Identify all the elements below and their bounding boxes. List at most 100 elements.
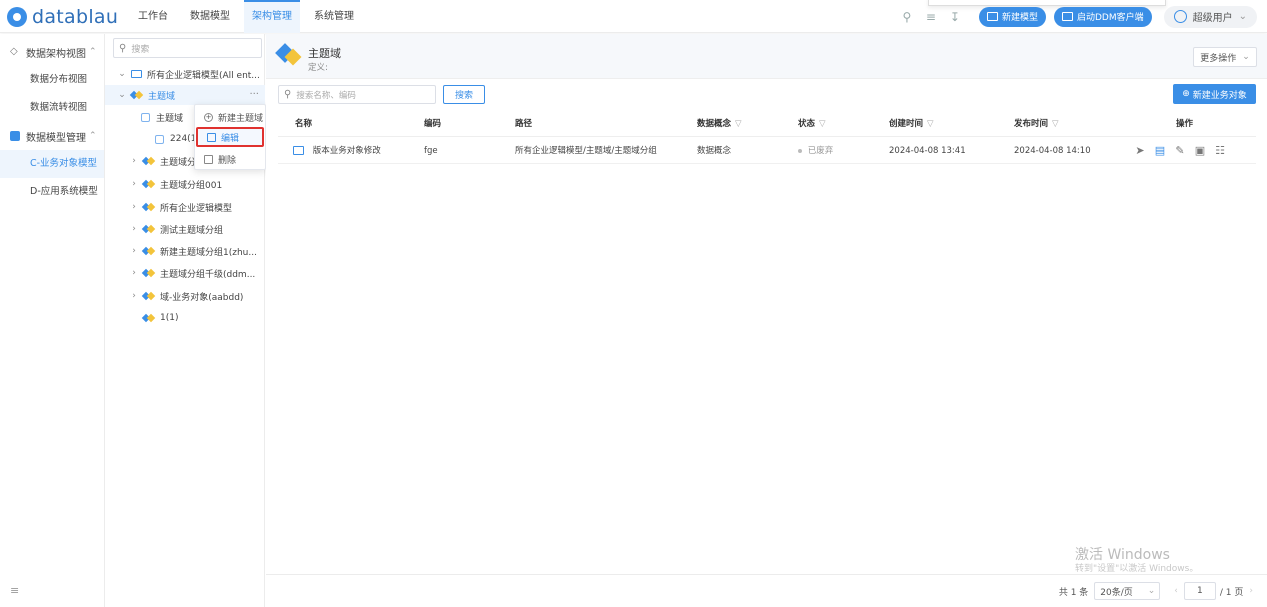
- tree-node[interactable]: › 所有企业逻辑模型: [129, 197, 232, 217]
- edit-icon[interactable]: ✎: [1174, 145, 1186, 157]
- menu-item-new-subject-area[interactable]: + 新建主题域: [195, 107, 265, 127]
- row-actions: ➤ ▤ ✎ ▣ ☷: [1134, 138, 1234, 164]
- tree-node-selected[interactable]: ⌄ 主题域 ···: [105, 85, 265, 105]
- subject-area-icon: [143, 314, 154, 323]
- left-sidebar: ◇ 数据架构视图 ⌃ 数据分布视图 数据流转视图 数据模型管理 ⌃ C-业务对象…: [0, 34, 105, 607]
- tree-node-label: 测试主题域分组: [160, 225, 224, 236]
- topnav-architecture[interactable]: 架构管理: [244, 0, 300, 33]
- user-name: 超级用户: [1192, 13, 1233, 24]
- tree-node[interactable]: › 主题域分组千级(ddm...: [129, 263, 255, 283]
- new-business-object-button[interactable]: ⊕ 新建业务对象: [1173, 84, 1256, 104]
- history-icon[interactable]: ☷: [1214, 145, 1226, 157]
- user-menu[interactable]: 超级用户 ⌄: [1163, 5, 1257, 28]
- tree-node-label: 主题域分组001: [160, 180, 223, 191]
- collapse-sidebar-icon[interactable]: ≡: [10, 584, 19, 597]
- page-size-select[interactable]: 20条/页 ⌄: [1094, 582, 1161, 600]
- cell-path: 所有企业逻辑模型/主题域/主题域分组: [515, 146, 657, 156]
- tree-node[interactable]: 1(1): [143, 308, 178, 328]
- plus-circle-icon: ⊕: [1182, 89, 1190, 99]
- total-pages: / 1 页: [1219, 587, 1244, 598]
- sidebar-item-flow-view[interactable]: 数据流转视图: [0, 94, 104, 122]
- sidebar-group-architecture-view[interactable]: ◇ 数据架构视图 ⌃: [0, 38, 104, 66]
- main-header: 主题域 定义: 更多操作 ⌄: [266, 34, 1267, 79]
- app-logo[interactable]: datablau: [7, 6, 118, 28]
- subject-area-icon: [143, 180, 154, 189]
- publish-icon[interactable]: ➤: [1134, 145, 1146, 157]
- table-row[interactable]: 版本业务对象修改 fge 所有企业逻辑模型/主题域/主题域分组 数据概念 已废弃…: [278, 138, 1256, 164]
- edit-icon: [207, 132, 216, 142]
- search-icon[interactable]: ⚲: [899, 9, 915, 25]
- tree-node[interactable]: › 主题域分组001: [129, 174, 222, 194]
- more-operations-button[interactable]: 更多操作 ⌄: [1193, 47, 1257, 67]
- page-title: 主题域: [308, 47, 341, 60]
- next-page-icon[interactable]: ›: [1249, 586, 1253, 596]
- new-business-object-label: 新建业务对象: [1192, 90, 1247, 101]
- search-button[interactable]: 搜索: [443, 85, 485, 104]
- sidebar-item-application-system-model[interactable]: D-应用系统模型: [0, 178, 104, 206]
- top-nav: 工作台 数据模型 架构管理 系统管理: [130, 0, 368, 33]
- download-icon[interactable]: ↧: [947, 9, 963, 25]
- cell-status: 已废弃: [798, 138, 833, 164]
- new-model-button[interactable]: 新建模型: [978, 6, 1046, 27]
- top-bar: datablau 工作台 数据模型 架构管理 系统管理 ⚲ ≡ ↧ 新建模型 启…: [0, 0, 1267, 33]
- column-name: 名称: [295, 119, 313, 129]
- sidebar-group-model-management[interactable]: 数据模型管理 ⌃: [0, 122, 104, 150]
- business-object-icon: [141, 112, 150, 122]
- topnav-workbench[interactable]: 工作台: [130, 0, 176, 33]
- tree-node-label: 所有企业逻辑模型: [160, 203, 233, 214]
- topnav-system[interactable]: 系统管理: [306, 0, 362, 33]
- page-number-input[interactable]: 1: [1183, 582, 1216, 600]
- delete-icon[interactable]: ▣: [1194, 145, 1206, 157]
- view-icon[interactable]: ▤: [1154, 145, 1166, 157]
- trash-icon: [204, 154, 213, 164]
- chevron-down-icon: ⌄: [1238, 11, 1247, 22]
- filter-icon[interactable]: ▽: [819, 119, 826, 129]
- cell-created: 2024-04-08 13:41: [889, 146, 966, 156]
- chevron-right-icon: ›: [132, 268, 136, 278]
- filter-icon[interactable]: ▽: [927, 119, 934, 129]
- topnav-data-model[interactable]: 数据模型: [182, 0, 238, 33]
- tree-node[interactable]: › 测试主题域分组: [129, 219, 223, 239]
- menu-item-label: 编辑: [221, 133, 240, 144]
- tree-node[interactable]: › 新建主题域分组1(zhu...: [129, 241, 257, 261]
- tree-search-placeholder: 搜索: [131, 44, 150, 55]
- sidebar-item-business-object-model[interactable]: C-业务对象模型: [0, 150, 104, 178]
- subject-area-icon: [143, 292, 154, 301]
- column-label: 发布时间: [1014, 119, 1049, 129]
- pagination: 共 1 条 20条/页 ⌄ ‹ 1 / 1 页 ›: [266, 574, 1267, 607]
- tree-node-child[interactable]: 主题域: [141, 107, 183, 127]
- more-options-icon[interactable]: ···: [249, 85, 259, 105]
- sidebar-group-label: 数据架构视图: [26, 48, 86, 60]
- status-dot: [798, 148, 802, 153]
- column-published: 发布时间 ▽: [1014, 113, 1059, 137]
- menu-item-edit[interactable]: 编辑: [196, 127, 264, 147]
- chevron-up-icon: ⌃: [89, 131, 97, 141]
- tree-node-label: 主题域: [148, 91, 176, 102]
- tree-node[interactable]: › 域-业务对象(aabdd): [129, 286, 243, 306]
- cell-concept: 数据概念: [697, 146, 732, 156]
- model-management-icon: [10, 131, 20, 141]
- subject-area-icon: [143, 269, 154, 278]
- sidebar-item-distribution-view[interactable]: 数据分布视图: [0, 66, 104, 94]
- top-right-tools: ⚲ ≡ ↧ 新建模型 启动DDM客户端 超级用户 ⌄: [899, 0, 1267, 33]
- filter-icon[interactable]: ▽: [1052, 119, 1059, 129]
- chevron-down-icon: ⌄: [1242, 52, 1250, 62]
- launch-ddm-button[interactable]: 启动DDM客户端: [1053, 6, 1152, 27]
- column-label: 状态: [798, 119, 816, 129]
- user-avatar-icon: [1173, 10, 1187, 23]
- monitor-icon: [1061, 12, 1073, 21]
- tree-node-label: 主题域分组千级(ddm...: [160, 269, 256, 280]
- prev-page-icon[interactable]: ‹: [1174, 586, 1178, 596]
- folder-icon: [131, 70, 142, 78]
- object-search-input[interactable]: ⚲ 搜索名称、编码: [278, 85, 436, 104]
- cell-published: 2024-04-08 14:10: [1014, 146, 1091, 156]
- menu-item-delete[interactable]: 删除: [195, 149, 265, 169]
- tree-search-input[interactable]: ⚲ 搜索: [113, 38, 262, 58]
- cell-name[interactable]: 版本业务对象修改: [293, 138, 381, 164]
- column-status: 状态 ▽: [798, 113, 826, 137]
- filter-icon[interactable]: ▽: [735, 119, 742, 129]
- launch-ddm-label: 启动DDM客户端: [1076, 13, 1144, 23]
- layers-icon[interactable]: ≡: [923, 9, 939, 25]
- chevron-down-icon: ⌄: [118, 69, 126, 79]
- tree-node-root[interactable]: ⌄ 所有企业逻辑模型(All ent...: [117, 64, 260, 84]
